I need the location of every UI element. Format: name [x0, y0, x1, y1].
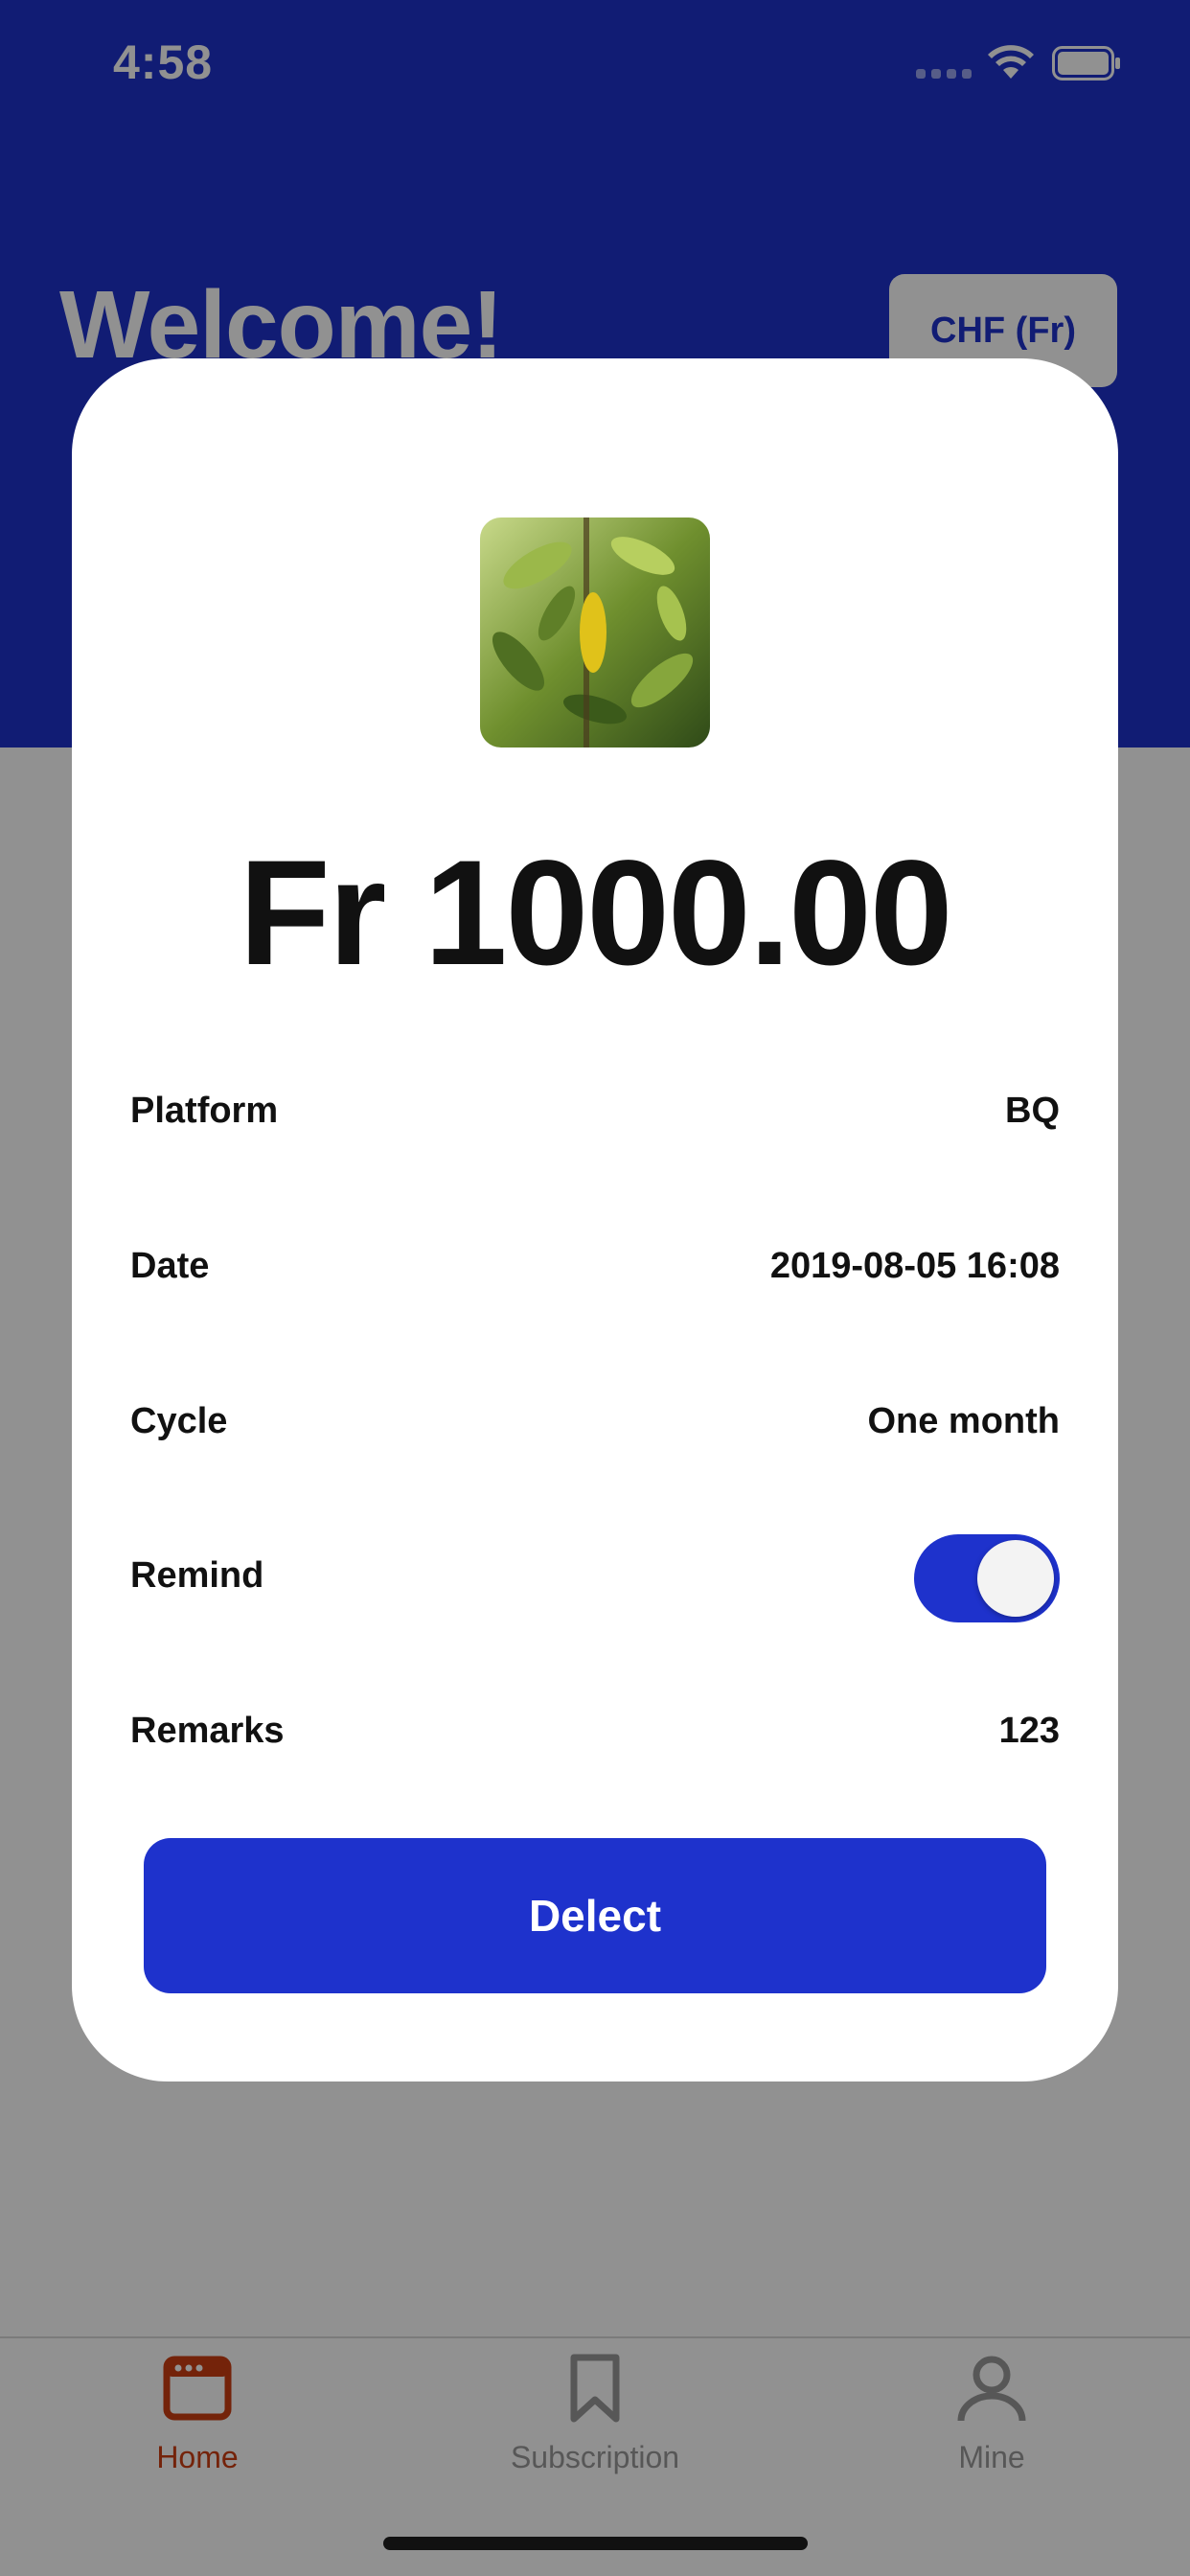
toggle-knob	[977, 1540, 1054, 1617]
date-label: Date	[130, 1246, 210, 1286]
remarks-label: Remarks	[130, 1711, 285, 1751]
cycle-value: One month	[867, 1401, 1060, 1441]
detail-row-cycle[interactable]: Cycle One month	[130, 1384, 1060, 1460]
detail-row-remind: Remind	[130, 1534, 1060, 1622]
detail-row-date[interactable]: Date 2019-08-05 16:08	[130, 1229, 1060, 1305]
platform-label: Platform	[130, 1091, 279, 1131]
subscription-thumbnail	[480, 518, 710, 748]
remind-label: Remind	[130, 1555, 264, 1596]
remind-toggle[interactable]	[914, 1534, 1060, 1622]
modal-dim-overlay[interactable]: Fr 1000.00 Platform BQ Date 2019-08-05 1…	[0, 0, 1190, 2576]
cycle-label: Cycle	[130, 1401, 228, 1441]
home-indicator[interactable]	[383, 2537, 808, 2550]
detail-row-remarks[interactable]: Remarks 123	[130, 1693, 1060, 1770]
amount-display: Fr 1000.00	[239, 830, 952, 997]
date-value: 2019-08-05 16:08	[769, 1246, 1060, 1286]
subscription-detail-card: Fr 1000.00 Platform BQ Date 2019-08-05 1…	[72, 358, 1118, 2082]
delete-button[interactable]: Delect	[144, 1838, 1046, 1993]
platform-value: BQ	[1005, 1091, 1060, 1131]
remarks-value: 123	[998, 1711, 1060, 1751]
detail-row-platform: Platform BQ	[130, 1073, 1060, 1150]
